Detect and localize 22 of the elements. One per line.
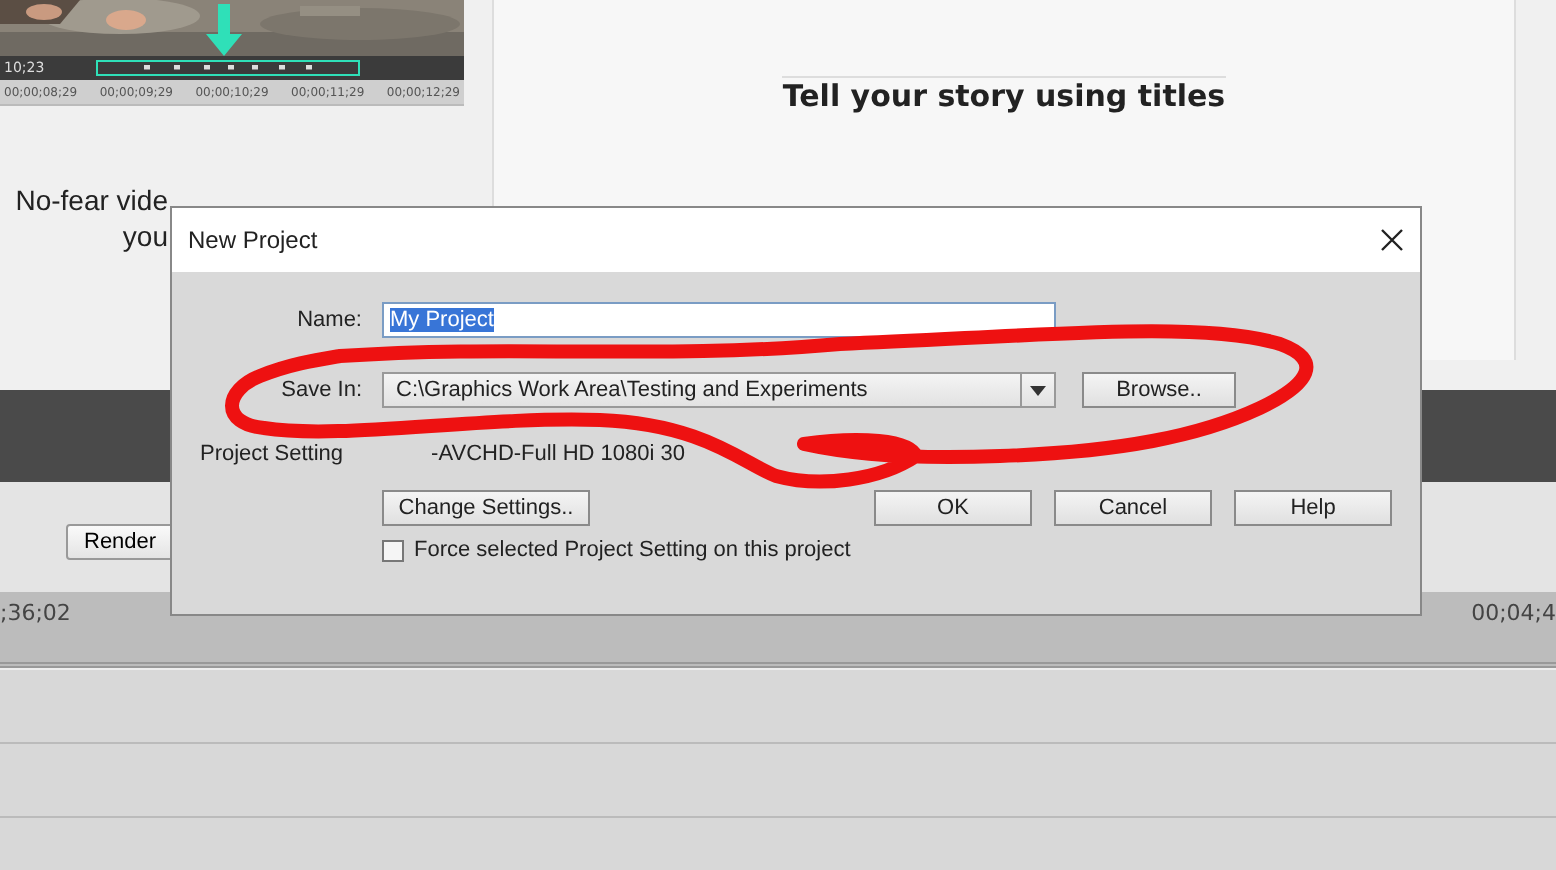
ruler-label: ;36;02 (0, 600, 71, 626)
ok-button[interactable]: OK (874, 490, 1032, 526)
ruler-label: 00;04;4 (1471, 600, 1556, 626)
save-in-label: Save In: (279, 378, 362, 402)
change-settings-button[interactable]: Change Settings.. (382, 490, 590, 526)
name-field[interactable]: My Project (382, 302, 1056, 338)
checkbox[interactable] (382, 539, 404, 561)
project-settings-text: -AVCHD-Full HD 1080i 30 (431, 442, 685, 466)
project-settings-text: Project Setting (200, 442, 344, 466)
browse-button[interactable]: Browse.. (1082, 372, 1236, 408)
card-heading: Tell your story using titles (782, 76, 1226, 114)
dialog-title: New Project (188, 226, 318, 254)
help-button[interactable]: Help (1234, 490, 1392, 526)
close-icon[interactable] (1380, 228, 1404, 252)
intro-text: No-fear vide (15, 182, 168, 218)
checkbox-label: Force selected Project Setting on this project (414, 538, 851, 562)
intro-text: you (122, 218, 168, 254)
down-arrow-icon (206, 4, 242, 56)
render-button[interactable]: Render (66, 523, 175, 559)
name-label: Name: (295, 308, 362, 332)
cancel-button[interactable]: Cancel (1054, 490, 1212, 526)
save-in-dropdown[interactable]: C:\Graphics Work Area\Testing and Experiments (382, 372, 1056, 408)
